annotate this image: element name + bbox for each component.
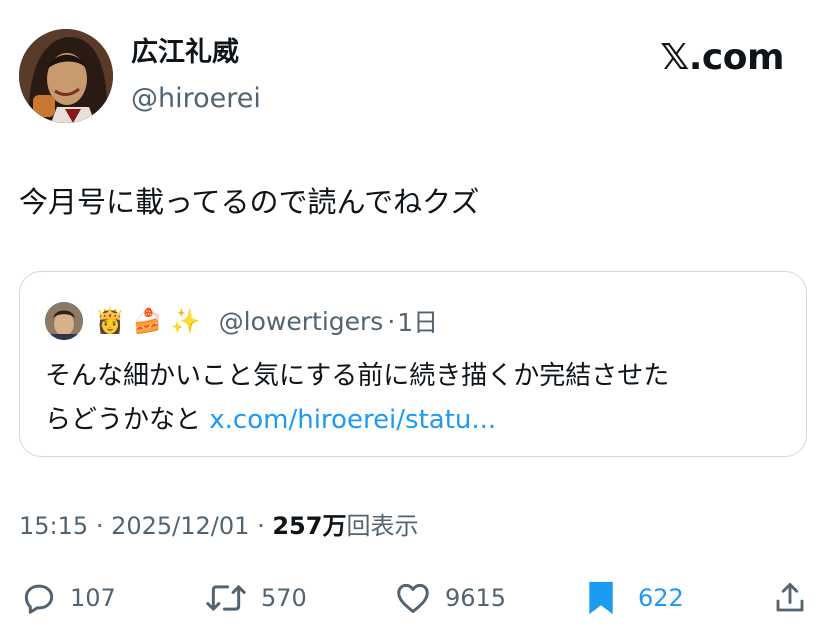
author-display-name[interactable]: 広江礼威 — [131, 36, 239, 70]
princess-emoji: 👸 — [95, 307, 125, 335]
tweet-date[interactable]: 2025/12/01 — [111, 512, 249, 540]
views-count: 257万 — [272, 512, 347, 540]
quoted-tweet-header: 👸 🍰 ✨ @lowertigers · 1日 — [45, 302, 438, 340]
quoted-age: 1日 — [397, 308, 439, 337]
views-label: 回表示 — [346, 512, 419, 540]
reply-count: 107 — [70, 584, 116, 612]
quoted-tweet-link[interactable]: x.com/hiroerei/statu... — [209, 405, 496, 435]
tweet-time[interactable]: 15:15 — [19, 512, 88, 540]
author-avatar-image — [19, 29, 113, 123]
quoted-tweet-text: そんな細かいこと気にする前に続き描くか完結させた らどうかなと x.com/hi… — [45, 354, 797, 442]
like-button[interactable]: 9615 — [393, 578, 506, 618]
meta-separator: · — [257, 512, 265, 540]
quoted-author-handle[interactable]: @lowertigers — [219, 307, 384, 336]
reply-button[interactable]: 107 — [20, 578, 116, 618]
author-avatar[interactable] — [19, 29, 113, 123]
quoted-text-line1: そんな細かいこと気にする前に続き描くか完結させた — [45, 361, 670, 391]
reply-icon — [24, 584, 54, 614]
meta-separator: · — [95, 512, 104, 540]
quoted-tweet-card[interactable]: 👸 🍰 ✨ @lowertigers · 1日 そんな細かいこと気にする前に続き… — [19, 271, 807, 457]
quoted-text-line2-wrap: らどうかなと x.com/hiroerei/statu... — [45, 398, 797, 442]
tweet-meta: 15:15 · 2025/12/01 · 257万回表示 — [19, 510, 418, 542]
share-icon — [776, 583, 804, 612]
sparkles-emoji: ✨ — [170, 307, 201, 335]
quoted-separator: · — [387, 306, 396, 336]
cake-emoji: 🍰 — [132, 307, 163, 335]
repost-icon — [206, 585, 246, 611]
repost-button[interactable]: 570 — [203, 578, 307, 618]
share-button[interactable] — [772, 578, 808, 618]
like-count: 9615 — [445, 584, 507, 612]
bookmark-icon — [589, 581, 613, 615]
bookmark-count: 622 — [638, 584, 684, 612]
x-logo: 𝕏.com — [660, 37, 784, 78]
quoted-author-avatar[interactable] — [45, 302, 83, 340]
quoted-text-line2: らどうかなと — [45, 405, 202, 435]
tweet-text: 今月号に載ってるので読んでねクズ — [19, 185, 480, 219]
repost-count: 570 — [261, 584, 307, 612]
author-handle[interactable]: @hiroerei — [131, 82, 261, 116]
quoted-author-avatar-image — [45, 302, 83, 340]
bookmark-button[interactable]: 622 — [586, 578, 684, 618]
heart-icon — [397, 583, 429, 613]
